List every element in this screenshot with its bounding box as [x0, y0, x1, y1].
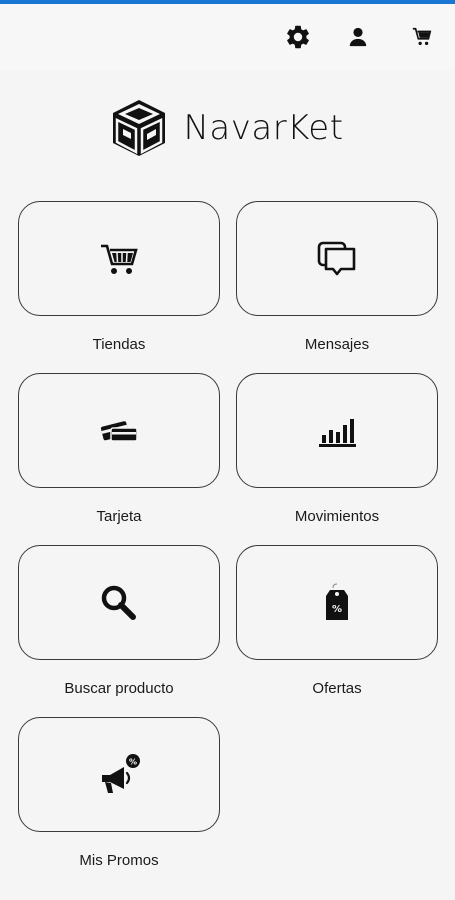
shopping-cart-icon — [101, 244, 138, 274]
tile-label-mensajes: Mensajes — [304, 336, 370, 353]
cart-icon — [412, 27, 432, 46]
tile-label-ofertas: Ofertas — [312, 680, 362, 697]
cart-button[interactable] — [407, 22, 437, 52]
brand-header: NavarKet — [0, 96, 455, 160]
tile-label-buscar-producto: Buscar producto — [64, 680, 174, 697]
tile-label-mis-promos: Mis Promos — [79, 852, 159, 869]
megaphone-percent-icon: % — [102, 753, 140, 793]
price-tag-icon: % — [326, 582, 348, 620]
mis-promos-button[interactable]: % — [18, 717, 220, 832]
tile-label-movimientos: Movimientos — [294, 508, 380, 525]
buscar-producto-button[interactable] — [18, 545, 220, 660]
user-icon — [349, 27, 367, 47]
svg-text:%: % — [129, 757, 137, 766]
tarjeta-button[interactable] — [18, 373, 220, 488]
bar-chart-icon — [319, 418, 356, 447]
mensajes-button[interactable] — [236, 201, 438, 316]
chat-bubbles-icon — [317, 241, 356, 275]
movimientos-button[interactable] — [236, 373, 438, 488]
top-app-bar — [0, 4, 455, 70]
settings-button[interactable] — [283, 22, 313, 52]
profile-button[interactable] — [343, 22, 373, 52]
gear-icon — [287, 25, 309, 49]
tiendas-button[interactable] — [18, 201, 220, 316]
app-name: NavarKet — [183, 108, 344, 148]
ofertas-button[interactable]: % — [236, 545, 438, 660]
tile-label-tarjeta: Tarjeta — [96, 508, 142, 525]
search-icon — [101, 585, 136, 620]
svg-text:%: % — [332, 604, 342, 615]
credit-cards-icon — [100, 420, 138, 442]
box-logo-icon — [113, 100, 166, 156]
tile-label-tiendas: Tiendas — [92, 336, 146, 353]
